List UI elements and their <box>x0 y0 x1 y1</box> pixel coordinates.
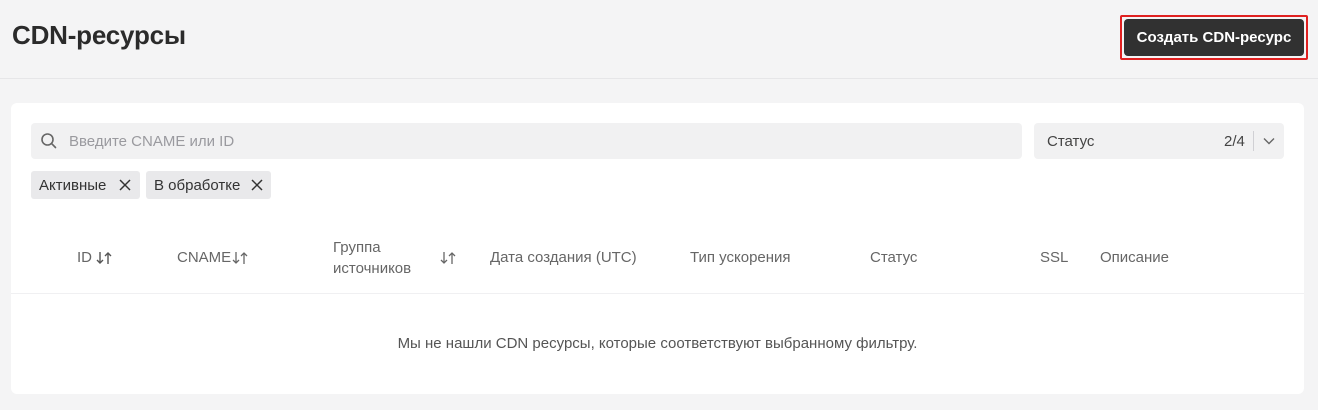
resources-card: Статус 2/4 Активные В обработке ID CNAME <box>11 103 1304 394</box>
status-filter-count: 2/4 <box>1224 133 1245 150</box>
column-header-status: Статус <box>870 249 918 266</box>
search-icon <box>41 133 57 149</box>
column-header-id[interactable]: ID <box>77 248 92 268</box>
status-filter-select[interactable]: Статус 2/4 <box>1034 123 1284 159</box>
chevron-down-icon[interactable] <box>1262 135 1276 147</box>
sort-icon[interactable] <box>439 251 457 265</box>
close-icon[interactable] <box>119 179 131 191</box>
create-button-highlight: Создать CDN-ресурс <box>1120 15 1308 60</box>
column-header-ssl: SSL <box>1040 249 1069 266</box>
filter-chip-processing: В обработке <box>146 171 271 199</box>
page-title: CDN-ресурсы <box>12 20 186 50</box>
filter-chip-label: В обработке <box>154 176 241 194</box>
column-header-created: Дата создания (UTC) <box>490 249 637 266</box>
column-header-group-line2: источников <box>333 260 412 277</box>
search-box[interactable] <box>31 123 1022 159</box>
column-header-group-line1: Группа <box>333 239 381 256</box>
empty-state-message: Мы не нашли CDN ресурсы, которые соответ… <box>397 335 918 352</box>
status-filter-label: Статус <box>1047 133 1095 150</box>
column-header-cname[interactable]: CNAME <box>177 248 231 268</box>
table-header-divider <box>11 293 1304 294</box>
sort-icon[interactable] <box>95 251 113 265</box>
column-header-acceleration: Тип ускорения <box>690 249 791 266</box>
close-icon[interactable] <box>251 179 263 191</box>
filter-chip-label: Активные <box>39 176 107 194</box>
search-input[interactable] <box>69 123 1009 159</box>
column-header-description: Описание <box>1100 249 1170 266</box>
status-filter-divider <box>1253 131 1254 151</box>
filter-chip-active: Активные <box>31 171 140 199</box>
create-cdn-resource-button[interactable]: Создать CDN-ресурс <box>1124 19 1304 56</box>
page-header: CDN-ресурсы Создать CDN-ресурс <box>0 0 1318 79</box>
sort-icon[interactable] <box>231 251 249 265</box>
